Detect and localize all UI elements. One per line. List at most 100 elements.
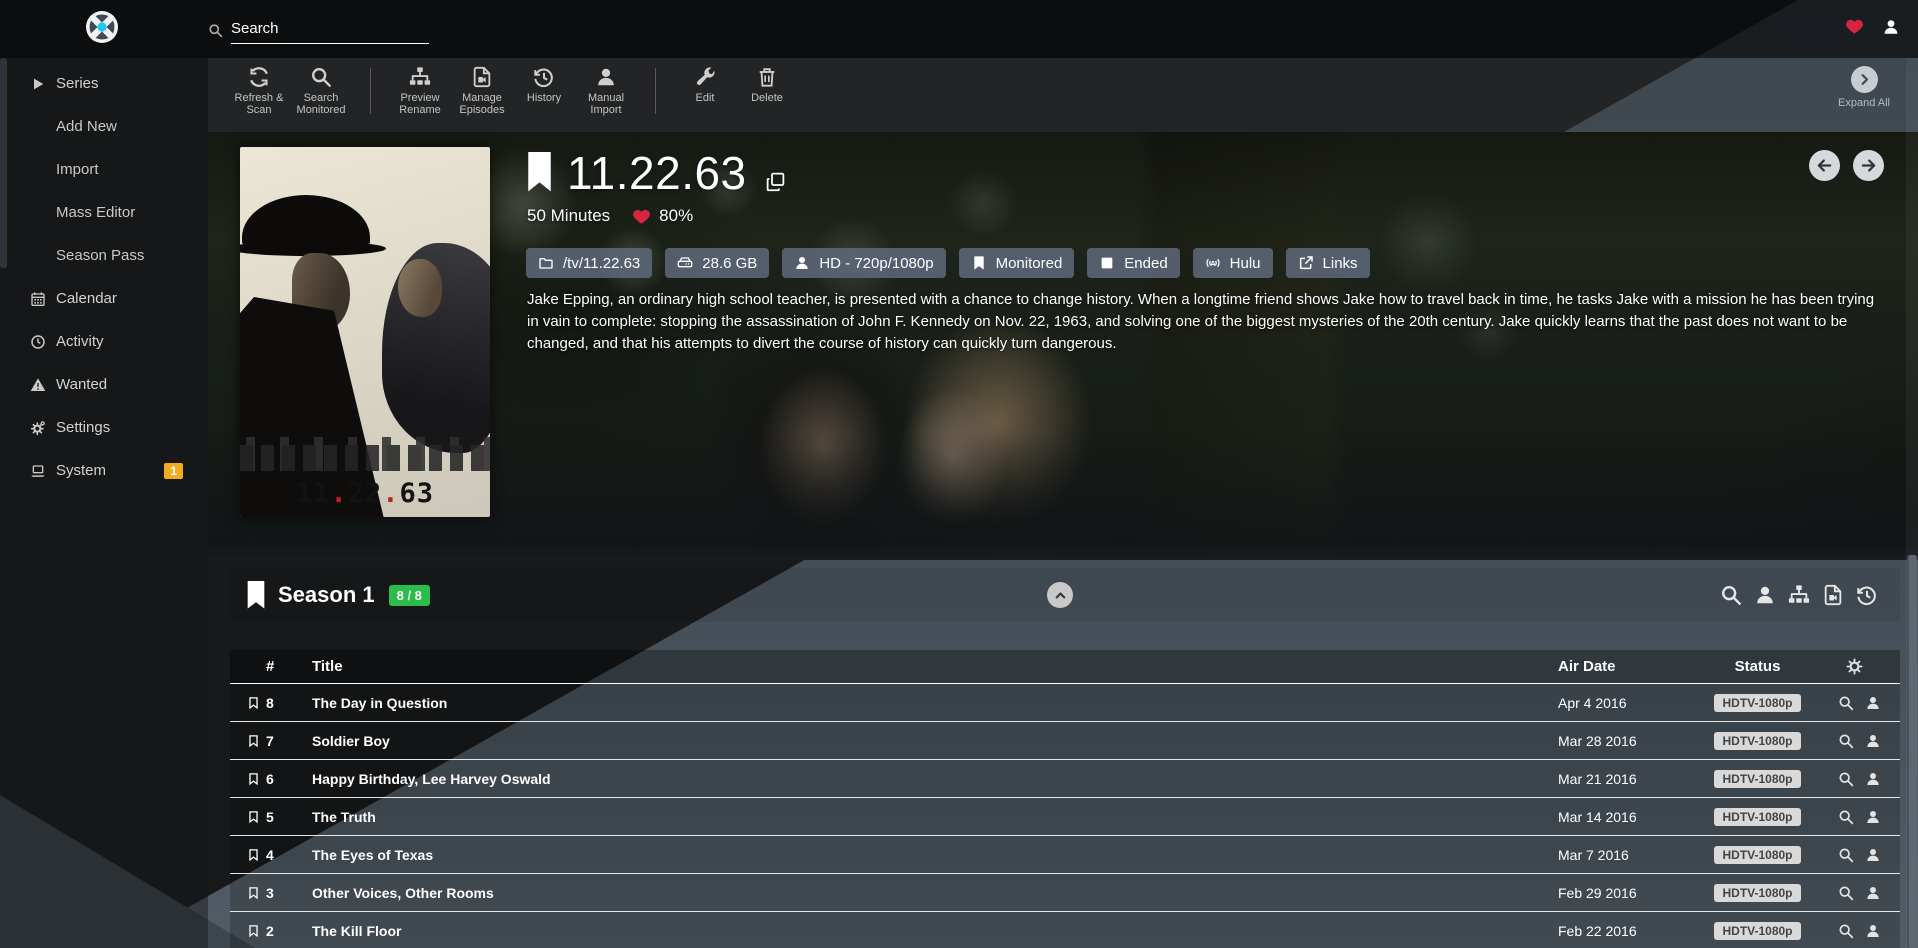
sidebar-item-label: Import <box>56 161 99 178</box>
collapse-season-button[interactable] <box>1047 582 1073 608</box>
system-count-badge: 1 <box>164 463 183 479</box>
search-input[interactable] <box>231 18 429 44</box>
episode-auto-search-icon[interactable] <box>1838 885 1854 901</box>
sidebar-item-label: Settings <box>56 419 110 436</box>
episode-title-link[interactable]: The Day in Question <box>312 695 1510 711</box>
episode-interactive-search-icon[interactable] <box>1865 847 1881 863</box>
episode-interactive-search-icon[interactable] <box>1865 771 1881 787</box>
episode-monitor-bookmark-icon[interactable] <box>247 770 260 788</box>
donate-heart-icon[interactable] <box>1845 17 1864 36</box>
episode-interactive-search-icon[interactable] <box>1865 923 1881 939</box>
episode-auto-search-icon[interactable] <box>1838 923 1854 939</box>
previous-series-button[interactable] <box>1809 150 1840 181</box>
refresh-icon <box>248 66 270 88</box>
episode-row-5: 5The TruthMar 14 2016HDTV-1080p <box>230 798 1900 836</box>
sidebar-item-wanted[interactable]: Wanted <box>0 363 208 406</box>
manage-episodes-button[interactable]: Manage Episodes <box>451 66 513 116</box>
sidebar-item-activity[interactable]: Activity <box>0 320 208 363</box>
sidebar-item-settings[interactable]: Settings <box>0 406 208 449</box>
episode-monitor-bookmark-icon[interactable] <box>247 808 260 826</box>
episode-auto-search-icon[interactable] <box>1838 809 1854 825</box>
folder-icon <box>538 255 554 271</box>
season-manage-episodes-icon[interactable] <box>1822 584 1844 606</box>
episode-air-date: Mar 7 2016 <box>1510 847 1685 863</box>
toolbar-button-label: Search Monitored <box>290 92 352 116</box>
search-icon <box>310 66 332 88</box>
toolbar-button-label: Manage Episodes <box>451 92 513 116</box>
preview-rename-button[interactable]: Preview Rename <box>389 66 451 116</box>
series-poster: 11.22.63 <box>240 147 490 517</box>
episode-row-7: 7Soldier BoyMar 28 2016HDTV-1080p <box>230 722 1900 760</box>
page-scrollbar-thumb[interactable] <box>1907 555 1917 948</box>
edit-button[interactable]: Edit <box>674 66 736 104</box>
sidebar-item-season-pass[interactable]: Season Pass <box>0 234 208 277</box>
episode-title-link[interactable]: The Kill Floor <box>312 923 1510 939</box>
search-monitored-button[interactable]: Search Monitored <box>290 66 352 116</box>
episode-interactive-search-icon[interactable] <box>1865 885 1881 901</box>
copy-title-icon[interactable] <box>765 171 786 192</box>
episode-monitor-bookmark-icon[interactable] <box>247 884 260 902</box>
monitored-bookmark-icon[interactable] <box>526 152 553 194</box>
series-tag-label: Links <box>1323 255 1358 272</box>
season-header: Season 1 8 / 8 <box>230 568 1900 622</box>
table-options-gear-icon[interactable] <box>1846 658 1863 675</box>
sidebar-item-mass-editor[interactable]: Mass Editor <box>0 191 208 234</box>
laptop-icon <box>30 463 46 479</box>
episode-row-2: 2The Kill FloorFeb 22 2016HDTV-1080p <box>230 912 1900 948</box>
episode-air-date: Feb 22 2016 <box>1510 923 1685 939</box>
episode-monitor-bookmark-icon[interactable] <box>247 694 260 712</box>
user-icon[interactable] <box>1882 18 1900 36</box>
sidebar-item-series[interactable]: Series <box>0 62 208 105</box>
episode-monitor-bookmark-icon[interactable] <box>247 732 260 750</box>
sidebar-item-label: Calendar <box>56 290 117 307</box>
delete-button[interactable]: Delete <box>736 66 798 104</box>
season-interactive-search-icon[interactable] <box>1754 584 1776 606</box>
season-search-icon[interactable] <box>1720 584 1742 606</box>
sidebar-item-add-new[interactable]: Add New <box>0 105 208 148</box>
episode-interactive-search-icon[interactable] <box>1865 733 1881 749</box>
episode-interactive-search-icon[interactable] <box>1865 809 1881 825</box>
sidebar-item-calendar[interactable]: Calendar <box>0 277 208 320</box>
season-monitored-bookmark-icon[interactable] <box>246 581 266 610</box>
series-title: 11.22.63 <box>567 146 747 200</box>
sidebar-item-import[interactable]: Import <box>0 148 208 191</box>
episode-quality-badge: HDTV-1080p <box>1714 770 1800 788</box>
sidebar-item-label: Season Pass <box>56 247 144 264</box>
episode-interactive-search-icon[interactable] <box>1865 695 1881 711</box>
page-scrollbar[interactable] <box>1906 58 1918 948</box>
toolbar-separator <box>655 68 656 114</box>
episode-number: 8 <box>266 695 312 711</box>
sonarr-app: SeriesAdd New Import Mass Editor Season Pas… <box>0 0 1918 948</box>
episode-count-badge: 8 / 8 <box>389 585 430 606</box>
toolbar-separator <box>370 68 371 114</box>
episode-number: 7 <box>266 733 312 749</box>
episode-monitor-bookmark-icon[interactable] <box>247 922 260 940</box>
next-series-button[interactable] <box>1853 150 1884 181</box>
column-title: Title <box>312 658 1510 675</box>
season-rename-sitemap-icon[interactable] <box>1788 584 1810 606</box>
sonarr-logo-icon[interactable] <box>86 11 118 43</box>
episode-auto-search-icon[interactable] <box>1838 771 1854 787</box>
expand-all-button[interactable]: Expand All <box>1838 66 1890 109</box>
season-title: Season 1 <box>278 582 375 608</box>
season-history-icon[interactable] <box>1856 584 1878 606</box>
episode-title-link[interactable]: Happy Birthday, Lee Harvey Oswald <box>312 771 1510 787</box>
history-button[interactable]: History <box>513 66 575 104</box>
series-tag-links[interactable]: Links <box>1286 248 1370 278</box>
warning-icon <box>30 377 46 393</box>
episode-title-link[interactable]: The Truth <box>312 809 1510 825</box>
sidebar-item-system[interactable]: System1 <box>0 449 208 492</box>
episode-title-link[interactable]: Soldier Boy <box>312 733 1510 749</box>
chevron-right-circle-icon <box>1851 66 1878 93</box>
episode-title-link[interactable]: Other Voices, Other Rooms <box>312 885 1510 901</box>
episode-monitor-bookmark-icon[interactable] <box>247 846 260 864</box>
manual-import-button[interactable]: Manual Import <box>575 66 637 116</box>
series-runtime: 50 Minutes <box>527 206 610 226</box>
episode-title-link[interactable]: The Eyes of Texas <box>312 847 1510 863</box>
episode-auto-search-icon[interactable] <box>1838 695 1854 711</box>
series-tag-hulu: AHulu <box>1193 248 1273 278</box>
refresh-scan-button[interactable]: Refresh & Scan <box>228 66 290 116</box>
episode-auto-search-icon[interactable] <box>1838 847 1854 863</box>
poster-skyline <box>240 437 490 471</box>
episode-auto-search-icon[interactable] <box>1838 733 1854 749</box>
